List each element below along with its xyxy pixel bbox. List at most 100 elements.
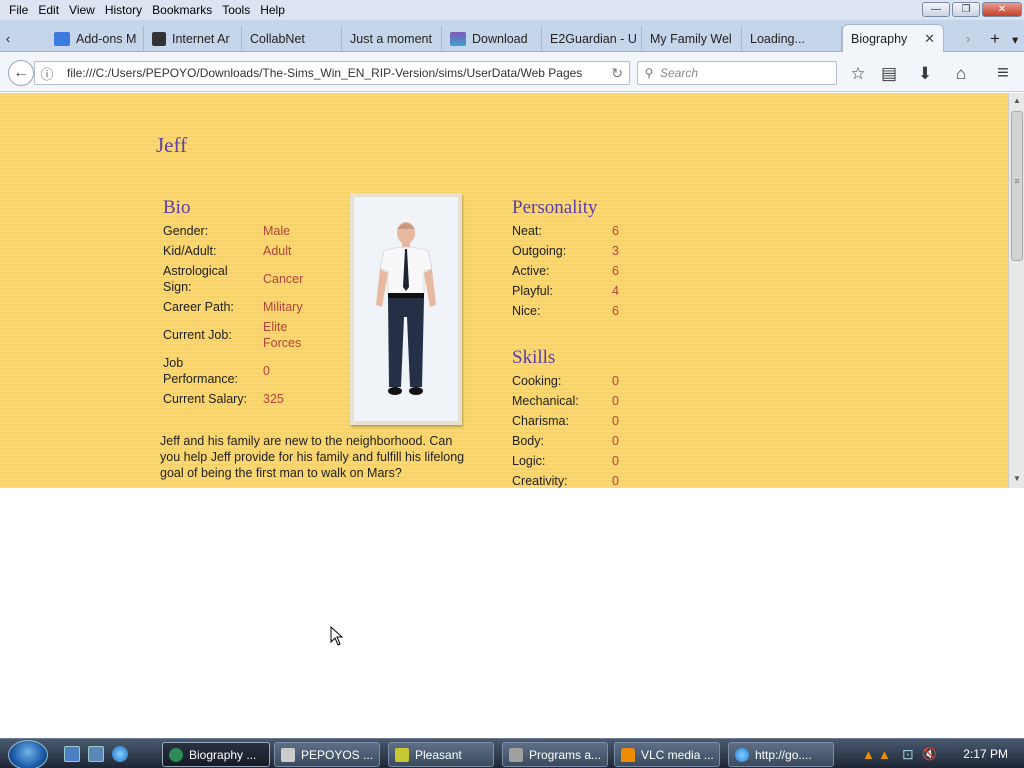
menu-help[interactable]: Help (255, 3, 290, 17)
kid-adult-label: Kid/Adult: (163, 244, 217, 258)
kid-adult-value: Adult (263, 244, 292, 258)
vlc-tray-icon-2[interactable]: ▲ (878, 747, 891, 762)
internet-explorer-icon (735, 747, 749, 762)
body-label: Body: (512, 434, 544, 448)
scroll-up-button[interactable]: ▲ (1009, 93, 1024, 109)
tab-addons[interactable]: Add-ons M (46, 26, 144, 52)
task-label: Biography ... (189, 747, 257, 762)
tab-scroll-right-button[interactable]: › (958, 26, 978, 52)
tab-my-family[interactable]: My Family Wel (642, 26, 742, 52)
logic-label: Logic: (512, 454, 546, 468)
tab-label: Loading... (750, 32, 805, 46)
back-button[interactable]: ← (8, 60, 34, 86)
nice-label: Nice: (512, 304, 541, 318)
gender-label: Gender: (163, 224, 209, 238)
task-pleasant[interactable]: Pleasant (388, 742, 494, 767)
body-value: 0 (612, 434, 619, 448)
menu-file[interactable]: File (4, 3, 33, 17)
menu-edit[interactable]: Edit (33, 3, 64, 17)
reload-icon[interactable]: ↻ (611, 65, 623, 82)
task-biography[interactable]: Biography ... (162, 742, 270, 767)
tab-label: Just a moment (350, 32, 432, 46)
active-value: 6 (612, 264, 619, 278)
puzzle-icon (54, 32, 70, 46)
task-pepoyos[interactable]: PEPOYOS ... (274, 742, 380, 767)
vlc-tray-icon[interactable]: ▲ (862, 747, 875, 762)
playful-value: 4 (612, 284, 619, 298)
tab-label: E2Guardian - U (550, 32, 637, 46)
new-tab-button[interactable]: + (982, 26, 1002, 52)
task-http[interactable]: http://go.... (728, 742, 834, 767)
show-desktop-icon[interactable] (64, 746, 80, 762)
menu-view[interactable]: View (64, 3, 100, 17)
internet-explorer-icon[interactable] (112, 746, 128, 762)
outgoing-label: Outgoing: (512, 244, 567, 258)
scroll-thumb[interactable]: ≡ (1011, 111, 1023, 261)
tab-label: Internet Ar (172, 32, 230, 46)
tab-biography[interactable]: Biography ✕ (842, 24, 944, 52)
creativity-label: Creativity: (512, 474, 568, 488)
tab-label: Download (472, 32, 528, 46)
sim-portrait (350, 193, 462, 425)
close-tab-icon[interactable]: ✕ (924, 31, 935, 47)
network-icon[interactable]: ⊡ (902, 746, 914, 763)
search-icon: ⚲ (644, 66, 654, 80)
vertical-scrollbar[interactable]: ▲ ≡ ▼ (1008, 93, 1024, 488)
url-text[interactable]: file:///C:/Users/PEPOYO/Downloads/The-Si… (59, 66, 582, 80)
download-icon[interactable]: ⬇ (914, 64, 936, 84)
reading-list-icon[interactable]: ▤ (878, 64, 900, 84)
active-label: Active: (512, 264, 550, 278)
minimize-button[interactable]: — (922, 2, 950, 17)
menu-bookmarks[interactable]: Bookmarks (147, 3, 217, 17)
charisma-label: Charisma: (512, 414, 569, 428)
current-job-value: Elite Forces (263, 320, 302, 350)
career-path-label: Career Path: (163, 300, 234, 314)
search-input[interactable]: ⚲ Search (637, 61, 837, 85)
switch-windows-icon[interactable] (88, 746, 104, 762)
skills-heading: Skills (512, 347, 556, 368)
grip-icon: ≡ (1014, 176, 1020, 186)
home-icon[interactable]: ⌂ (950, 64, 972, 84)
volume-muted-icon[interactable]: 🔇 (922, 747, 937, 761)
mechanical-value: 0 (612, 394, 619, 408)
scroll-down-button[interactable]: ▼ (1009, 471, 1024, 487)
job-performance-value: 0 (263, 364, 270, 378)
tab-internet-archive[interactable]: Internet Ar (144, 26, 242, 52)
bio-heading: Bio (163, 197, 191, 218)
menu-icon[interactable]: ≡ (992, 62, 1014, 85)
job-performance-label: Job Performance: (163, 356, 239, 386)
bookmark-star-icon[interactable]: ☆ (847, 64, 869, 84)
nice-value: 6 (612, 304, 619, 318)
info-icon[interactable]: ⓘ (35, 64, 59, 83)
cooking-label: Cooking: (512, 374, 562, 388)
tab-scroll-left-button[interactable]: ‹ (0, 26, 24, 52)
tab-just-a-moment[interactable]: Just a moment (342, 26, 442, 52)
start-button[interactable] (8, 740, 48, 768)
list-all-tabs-button[interactable]: ▾ (1004, 26, 1022, 52)
menu-tools[interactable]: Tools (217, 3, 255, 17)
personality-heading: Personality (512, 197, 598, 218)
drive-icon (281, 747, 295, 762)
system-tray: ▲ ▲ ⊡ 🔇 2:17 PM (854, 739, 1024, 768)
tab-loading[interactable]: Loading... (742, 26, 842, 52)
tab-label: CollabNet (250, 32, 305, 46)
clock[interactable]: 2:17 PM (963, 747, 1008, 761)
mechanical-label: Mechanical: (512, 394, 579, 408)
url-bar[interactable]: ⓘ file:///C:/Users/PEPOYO/Downloads/The-… (34, 61, 630, 85)
menu-history[interactable]: History (100, 3, 147, 17)
maximize-button[interactable]: ❐ (952, 2, 980, 17)
sim-name: Jeff (156, 133, 188, 157)
tab-collabnet[interactable]: CollabNet (242, 26, 342, 52)
playful-label: Playful: (512, 284, 553, 298)
tab-download[interactable]: Download (442, 26, 542, 52)
tab-e2guardian[interactable]: E2Guardian - U (542, 26, 642, 52)
tab-label: My Family Wel (650, 32, 732, 46)
career-path-value: Military (263, 300, 303, 314)
current-job-label: Current Job: (163, 328, 232, 342)
task-vlc[interactable]: VLC media ... (614, 742, 720, 767)
mouse-cursor-icon (330, 626, 344, 646)
task-programs[interactable]: Programs a... (502, 742, 608, 767)
close-window-button[interactable]: ✕ (982, 2, 1022, 17)
menu-bar: File Edit View History Bookmarks Tools H… (0, 0, 1024, 20)
current-salary-label: Current Salary: (163, 392, 248, 406)
